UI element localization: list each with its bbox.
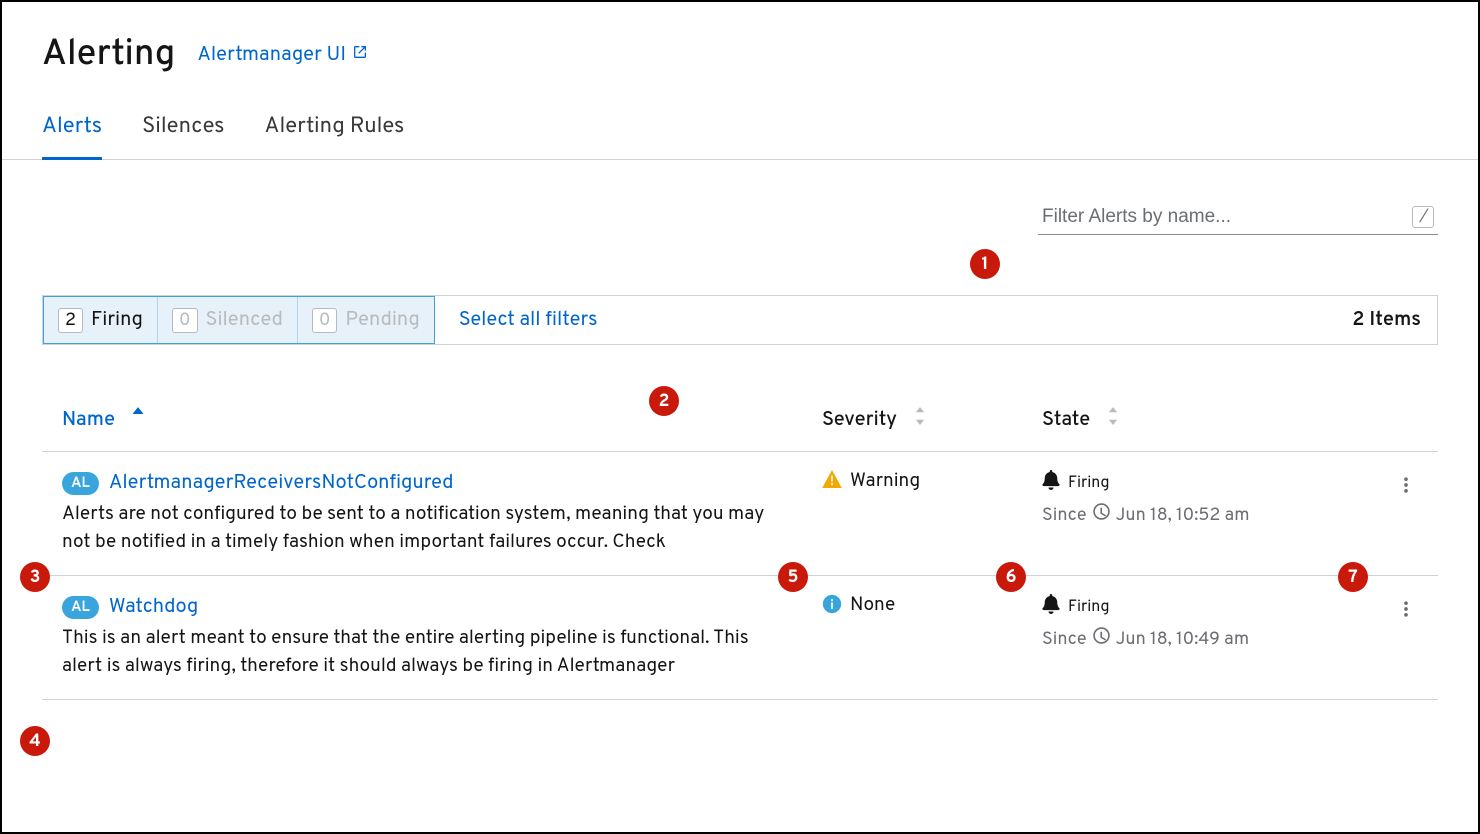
column-header-state[interactable]: State — [1042, 405, 1342, 435]
state-label: Firing — [1068, 474, 1110, 494]
hotkey-hint: / — [1412, 206, 1434, 228]
sort-icon — [1106, 405, 1120, 435]
since-prefix: Since — [1042, 504, 1087, 527]
external-link-icon — [352, 42, 368, 68]
tab-silences[interactable]: Silences — [142, 98, 224, 160]
table-row: AL AlertmanagerReceiversNotConfigured Al… — [42, 452, 1438, 576]
alert-description: This is an alert meant to ensure that th… — [62, 626, 782, 681]
row-actions-kebab[interactable] — [1394, 470, 1418, 500]
tab-alerts[interactable]: Alerts — [42, 98, 102, 160]
page-header: Alerting Alertmanager UI — [2, 2, 1478, 98]
callout-3: 3 — [20, 562, 50, 592]
alert-link[interactable]: Watchdog — [109, 594, 198, 620]
callout-7: 7 — [1338, 562, 1368, 592]
globe-icon — [1093, 503, 1110, 527]
alertmanager-ui-link[interactable]: Alertmanager UI — [197, 42, 368, 68]
search-box[interactable]: / — [1038, 200, 1438, 235]
state-label: Firing — [1068, 598, 1110, 618]
alert-link[interactable]: AlertmanagerReceiversNotConfigured — [109, 470, 454, 496]
info-icon — [822, 594, 842, 622]
callout-1: 1 — [970, 249, 1000, 279]
filter-firing-label: Firing — [91, 307, 143, 333]
items-count: 2 Items — [1352, 307, 1421, 333]
callout-2: 2 — [649, 386, 679, 416]
table-row: AL Watchdog This is an alert meant to en… — [42, 576, 1438, 700]
warning-icon — [822, 470, 842, 496]
filter-pending[interactable]: 0 Pending — [297, 297, 434, 343]
callout-4: 4 — [20, 726, 50, 756]
tab-alerting-rules[interactable]: Alerting Rules — [265, 98, 405, 160]
globe-icon — [1093, 627, 1110, 651]
filter-firing[interactable]: 2 Firing — [44, 297, 157, 343]
callout-5: 5 — [778, 562, 808, 592]
toolbar: 2 Firing 0 Silenced 0 Pending Select all… — [42, 295, 1438, 345]
sort-asc-icon — [131, 405, 145, 435]
column-header-name[interactable]: Name — [62, 405, 822, 435]
filter-silenced-label: Silenced — [206, 307, 283, 333]
search-input[interactable] — [1042, 206, 1412, 228]
column-header-severity[interactable]: Severity — [822, 405, 1042, 435]
alert-description: Alerts are not configured to be sent to … — [62, 502, 782, 557]
alert-type-badge: AL — [62, 472, 99, 495]
severity-label: None — [850, 594, 895, 618]
sort-icon — [913, 405, 927, 435]
filter-silenced[interactable]: 0 Silenced — [157, 297, 297, 343]
select-all-filters-link[interactable]: Select all filters — [459, 307, 598, 333]
alertmanager-ui-link-label: Alertmanager UI — [197, 42, 346, 68]
severity-label: Warning — [850, 470, 920, 494]
filter-silenced-count: 0 — [172, 308, 198, 333]
filter-pending-label: Pending — [345, 307, 419, 333]
since-prefix: Since — [1042, 628, 1087, 651]
filter-firing-count: 2 — [58, 308, 83, 333]
bell-icon — [1042, 594, 1060, 621]
row-actions-kebab[interactable] — [1394, 594, 1418, 624]
tab-bar: Alerts Silences Alerting Rules — [2, 98, 1478, 160]
since-time: Jun 18, 10:49 am — [1116, 628, 1250, 651]
alert-type-badge: AL — [62, 596, 99, 619]
table-header: Name Severity State — [42, 345, 1438, 452]
filter-pending-count: 0 — [312, 308, 338, 333]
page-title: Alerting — [42, 32, 175, 78]
bell-icon — [1042, 470, 1060, 497]
filter-group: 2 Firing 0 Silenced 0 Pending — [43, 296, 435, 344]
column-header-state-label: State — [1042, 407, 1090, 433]
since-time: Jun 18, 10:52 am — [1116, 504, 1250, 527]
column-header-severity-label: Severity — [822, 407, 897, 433]
column-header-name-label: Name — [62, 407, 115, 433]
callout-6: 6 — [996, 562, 1026, 592]
